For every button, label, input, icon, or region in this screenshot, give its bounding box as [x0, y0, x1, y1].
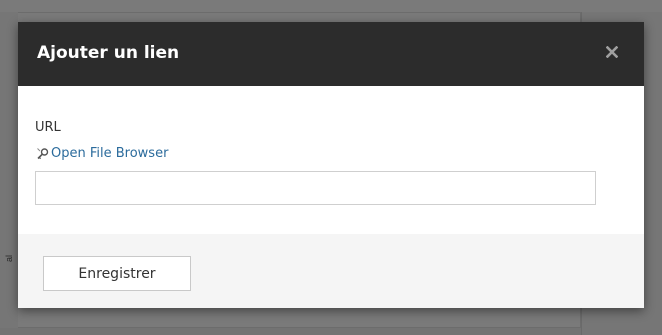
close-button[interactable]: [600, 40, 624, 64]
dialog-body: URL Open File Browser: [18, 86, 644, 234]
dialog-title: Ajouter un lien: [37, 43, 180, 63]
close-icon: [606, 46, 618, 58]
dialog-header: Ajouter un lien: [18, 22, 644, 86]
dialog-footer: Enregistrer: [18, 234, 644, 308]
url-input[interactable]: [35, 171, 596, 205]
url-label: URL: [35, 120, 61, 135]
open-file-browser-link[interactable]: Open File Browser: [36, 146, 168, 161]
add-link-dialog: Ajouter un lien URL Open File Browser En…: [18, 22, 644, 308]
save-button[interactable]: Enregistrer: [43, 256, 191, 291]
open-file-browser-label: Open File Browser: [51, 146, 169, 161]
magnifier-key-icon: [36, 147, 50, 161]
